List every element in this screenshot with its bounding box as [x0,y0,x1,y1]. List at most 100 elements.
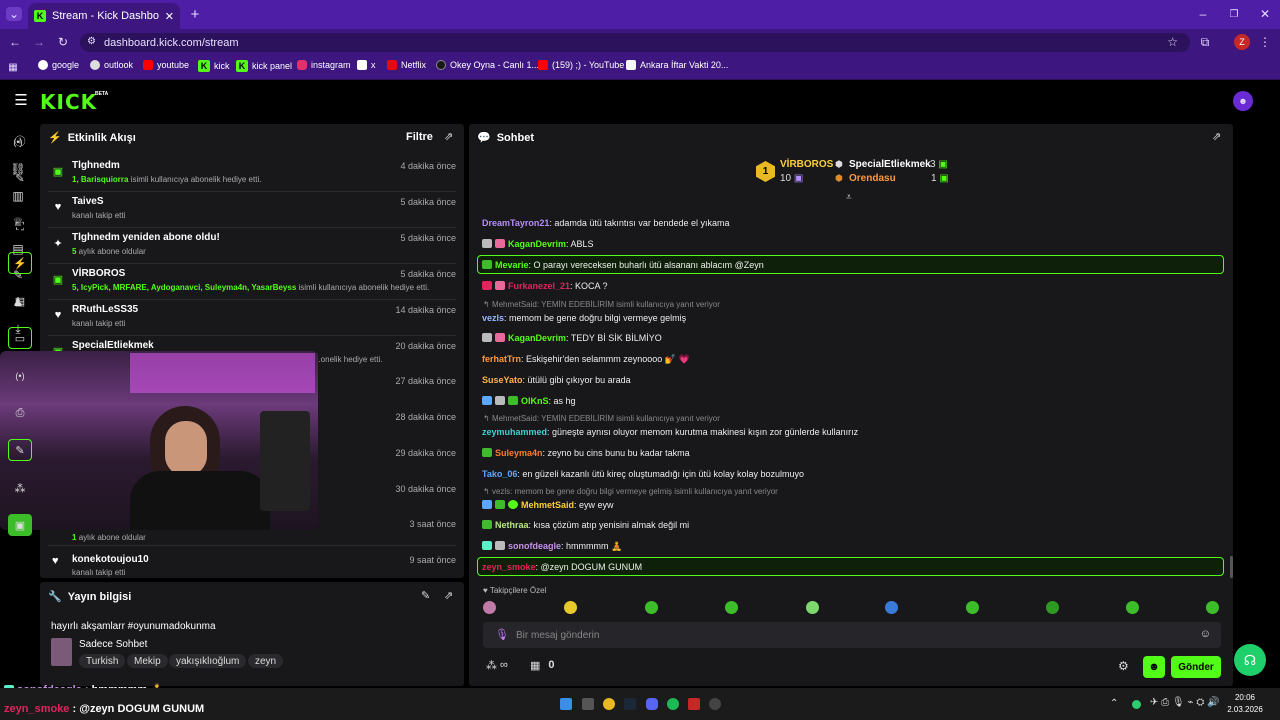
close-tab-icon[interactable]: ✕ [165,10,174,23]
chat-scrollbar[interactable] [1230,556,1233,578]
filter-button[interactable]: Filtre [406,131,433,143]
steam-icon[interactable] [624,698,636,710]
chat-username[interactable]: sonofdeagle [508,541,561,551]
expand-leaderboard-icon[interactable]: ⩡ [846,192,852,203]
browser-tab[interactable]: K Stream - Kick Dashboard ✕ [28,3,180,29]
explorer-icon[interactable] [582,698,594,710]
apps-grid-icon[interactable]: ▦ [6,60,20,74]
chat-username[interactable]: Mevarie [495,260,529,270]
bookmark-x[interactable]: x [357,60,376,70]
tag-pill[interactable]: Mekip [127,654,168,668]
leaderboard-first-name[interactable]: VİRBOROS [780,159,833,170]
popout-icon[interactable]: ⇗ [444,130,453,143]
support-headset-icon[interactable]: ☊ [1234,644,1266,676]
new-tab-icon[interactable]: + [188,6,202,23]
chat-username[interactable]: zeymuhammed [482,427,547,437]
chat-username[interactable]: vezls [482,313,504,323]
minimize-icon[interactable]: – [1196,7,1210,21]
activity-user[interactable]: VİRBOROS [72,268,125,279]
reply-context[interactable]: ↰ vezls: memom be gene doğru bilgi verme… [483,487,778,496]
gift-counter[interactable]: ▦ 0 [530,659,555,672]
chat-bubble-icon[interactable]: ▭ [8,327,32,349]
activity-user[interactable]: RRuthLeSS35 [72,304,138,315]
emote-icon[interactable] [645,601,658,614]
bookmark-instagram[interactable]: instagram [297,60,351,70]
clock-date[interactable]: 2.03.2026 [1224,705,1266,714]
bookmark-google[interactable]: google [38,60,79,70]
chat-username[interactable]: Tako_06 [482,469,517,479]
kick-logo[interactable]: KICK [40,90,97,114]
chart-icon[interactable]: ▥ [9,187,27,205]
site-info-icon[interactable]: ⚙ [87,36,96,47]
chat-username[interactable]: MehmetSaid [521,500,574,510]
print-icon[interactable]: ⎙ [8,402,32,424]
menu-kebab-icon[interactable]: ⋮ [1258,35,1272,49]
chat-username[interactable]: DreamTayron21 [482,218,549,228]
chat-username[interactable]: Nethraa [495,520,529,530]
wrench-icon[interactable]: ✎ [8,439,32,461]
chat-settings-icon[interactable]: ⚙ [1118,659,1129,673]
emote-icon[interactable] [806,601,819,614]
chat-username[interactable]: Suleyma4n [495,448,543,458]
chat-username[interactable]: OlKnS [521,396,549,406]
emoji-picker-icon[interactable]: ☺ [1200,628,1211,640]
emote-icon[interactable] [483,601,496,614]
tag-pill[interactable]: yakışıklıoğlum [169,654,247,668]
info-icon[interactable]: ⓘ [8,130,32,152]
bot-emote-button[interactable]: ☻ [1143,656,1165,678]
app-icon[interactable] [688,698,700,710]
activity-user[interactable]: Tlghnedm yeniden abone oldu! [72,232,220,243]
emote-icon[interactable] [725,601,738,614]
bookmark-star-icon[interactable]: ☆ [1167,35,1178,49]
leaderboard-second-name[interactable]: SpecialEtliekmek [849,159,931,170]
bot-icon[interactable]: ▣ [8,514,32,536]
reply-context[interactable]: ↰ MehmetSaid: YEMİN EDEBİLİRİM isimli ku… [483,414,720,423]
category-name[interactable]: Sadece Sohbet [79,639,147,650]
activity-user[interactable]: TaiveS [72,196,104,207]
bookmark-iftar[interactable]: Ankara İftar Vakti 20... [626,60,728,70]
document-icon[interactable]: ▤ [8,290,32,312]
clock-time[interactable]: 20:06 [1228,693,1262,702]
profile-avatar[interactable]: Z [1234,34,1250,50]
edit-icon[interactable]: ✎ [8,167,32,189]
emote-icon[interactable] [564,601,577,614]
user-avatar[interactable]: ☻ [1233,91,1253,111]
bookmark-kick-panel[interactable]: Kkick panel [236,60,292,72]
message-input[interactable]: 🎙 Bir mesaj gönderin ☺ [483,622,1221,648]
chat-username[interactable]: ferhatTrn [482,354,521,364]
tab-search-icon[interactable]: ⌄ [6,7,22,21]
forward-icon[interactable]: → [32,35,46,49]
chat-username[interactable]: Furkanezel_21 [508,281,570,291]
restore-icon[interactable]: ❐ [1227,7,1241,21]
chat-username[interactable]: KaganDevrim [508,239,566,249]
popout-icon[interactable]: ⇗ [444,589,453,602]
category-thumbnail[interactable] [51,638,72,666]
emote-icon[interactable] [1046,601,1059,614]
bookmark-okey[interactable]: Okey Oyna - Canlı 1... [436,60,539,70]
users-icon[interactable]: ⁂ [8,477,32,499]
extensions-icon[interactable]: ⧉ [1198,35,1212,49]
tag-pill[interactable]: zeyn [248,654,284,668]
lightning-icon[interactable]: ⚡ [8,252,32,274]
emote-icon[interactable] [1206,601,1219,614]
bookmark-netflix[interactable]: Netflix [387,60,426,70]
chat-username[interactable]: SuseYato [482,375,523,385]
edit-icon[interactable]: ✎ [421,589,430,602]
emote-icon[interactable] [966,601,979,614]
send-button[interactable]: Gönder [1171,656,1221,678]
activity-user[interactable]: konekotoujou10 [72,554,149,565]
start-icon[interactable] [560,698,572,710]
tray-icons[interactable]: ✈ ⎙ 🎙 ⌁ ⛭ 🔊 [1150,697,1220,708]
chat-username[interactable]: zeyn_smoke [482,562,536,572]
tray-app-icon[interactable] [1132,700,1141,709]
popout-icon[interactable]: ⇗ [1212,130,1221,143]
app-icon[interactable] [709,698,721,710]
discord-icon[interactable] [646,698,658,710]
tray-chevron-icon[interactable]: ⌃ [1110,698,1118,709]
microphone-icon[interactable]: 🎙 [495,628,509,641]
activity-user[interactable]: Tlghnedm [72,160,120,171]
back-icon[interactable]: ← [8,35,22,49]
emote-icon[interactable] [885,601,898,614]
close-window-icon[interactable]: ✕ [1258,7,1272,21]
bookmark-youtube[interactable]: youtube [143,60,189,70]
